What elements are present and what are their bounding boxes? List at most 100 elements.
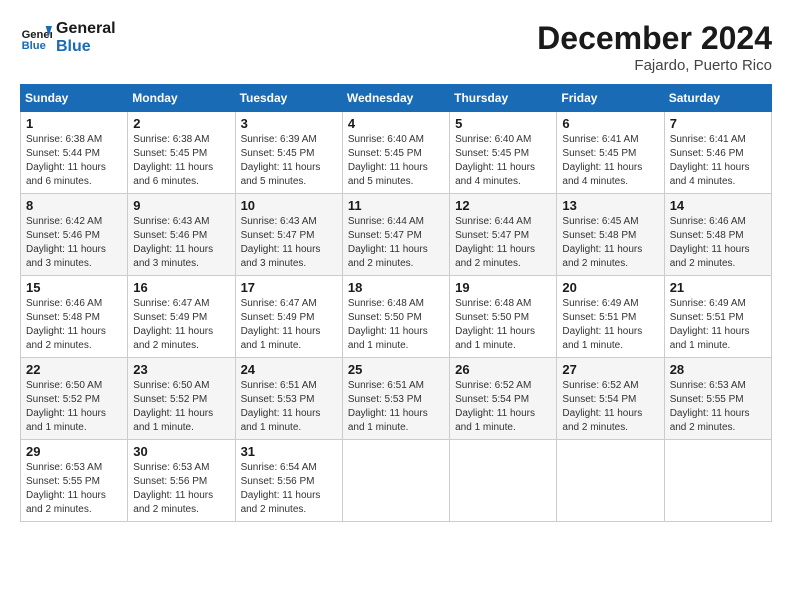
day-number: 10 [241,198,337,213]
logo-general: General [56,20,116,38]
day-info: Sunrise: 6:38 AM Sunset: 5:44 PM Dayligh… [26,133,122,189]
day-number: 22 [26,362,122,377]
day-info: Sunrise: 6:43 AM Sunset: 5:47 PM Dayligh… [241,215,337,271]
calendar-week-row: 1 Sunrise: 6:38 AM Sunset: 5:44 PM Dayli… [21,112,772,194]
day-info: Sunrise: 6:49 AM Sunset: 5:51 PM Dayligh… [562,297,658,353]
calendar-cell: 1 Sunrise: 6:38 AM Sunset: 5:44 PM Dayli… [21,112,128,194]
day-info: Sunrise: 6:53 AM Sunset: 5:55 PM Dayligh… [670,379,766,435]
weekday-header: Tuesday [235,85,342,112]
day-number: 24 [241,362,337,377]
day-info: Sunrise: 6:49 AM Sunset: 5:51 PM Dayligh… [670,297,766,353]
calendar-cell: 30 Sunrise: 6:53 AM Sunset: 5:56 PM Dayl… [128,440,235,522]
day-number: 2 [133,116,229,131]
day-number: 4 [348,116,444,131]
svg-text:Blue: Blue [22,40,46,52]
logo: General Blue General Blue [20,20,116,56]
calendar-cell: 31 Sunrise: 6:54 AM Sunset: 5:56 PM Dayl… [235,440,342,522]
weekday-header: Friday [557,85,664,112]
day-info: Sunrise: 6:42 AM Sunset: 5:46 PM Dayligh… [26,215,122,271]
calendar: SundayMondayTuesdayWednesdayThursdayFrid… [20,84,772,522]
day-info: Sunrise: 6:43 AM Sunset: 5:46 PM Dayligh… [133,215,229,271]
calendar-week-row: 22 Sunrise: 6:50 AM Sunset: 5:52 PM Dayl… [21,358,772,440]
day-number: 26 [455,362,551,377]
calendar-cell: 18 Sunrise: 6:48 AM Sunset: 5:50 PM Dayl… [342,276,449,358]
weekday-header: Monday [128,85,235,112]
day-number: 1 [26,116,122,131]
day-info: Sunrise: 6:41 AM Sunset: 5:46 PM Dayligh… [670,133,766,189]
day-number: 28 [670,362,766,377]
day-info: Sunrise: 6:47 AM Sunset: 5:49 PM Dayligh… [133,297,229,353]
day-info: Sunrise: 6:54 AM Sunset: 5:56 PM Dayligh… [241,461,337,517]
day-info: Sunrise: 6:44 AM Sunset: 5:47 PM Dayligh… [348,215,444,271]
calendar-cell: 11 Sunrise: 6:44 AM Sunset: 5:47 PM Dayl… [342,194,449,276]
day-info: Sunrise: 6:46 AM Sunset: 5:48 PM Dayligh… [26,297,122,353]
day-info: Sunrise: 6:48 AM Sunset: 5:50 PM Dayligh… [348,297,444,353]
day-number: 15 [26,280,122,295]
month-title: December 2024 [537,20,772,57]
calendar-week-row: 29 Sunrise: 6:53 AM Sunset: 5:55 PM Dayl… [21,440,772,522]
day-number: 27 [562,362,658,377]
calendar-cell: 19 Sunrise: 6:48 AM Sunset: 5:50 PM Dayl… [450,276,557,358]
calendar-cell: 3 Sunrise: 6:39 AM Sunset: 5:45 PM Dayli… [235,112,342,194]
day-info: Sunrise: 6:53 AM Sunset: 5:56 PM Dayligh… [133,461,229,517]
day-number: 19 [455,280,551,295]
day-number: 25 [348,362,444,377]
calendar-cell: 6 Sunrise: 6:41 AM Sunset: 5:45 PM Dayli… [557,112,664,194]
calendar-cell: 5 Sunrise: 6:40 AM Sunset: 5:45 PM Dayli… [450,112,557,194]
day-info: Sunrise: 6:46 AM Sunset: 5:48 PM Dayligh… [670,215,766,271]
weekday-header: Sunday [21,85,128,112]
calendar-cell: 22 Sunrise: 6:50 AM Sunset: 5:52 PM Dayl… [21,358,128,440]
calendar-cell: 15 Sunrise: 6:46 AM Sunset: 5:48 PM Dayl… [21,276,128,358]
calendar-cell: 26 Sunrise: 6:52 AM Sunset: 5:54 PM Dayl… [450,358,557,440]
calendar-week-row: 8 Sunrise: 6:42 AM Sunset: 5:46 PM Dayli… [21,194,772,276]
calendar-cell: 8 Sunrise: 6:42 AM Sunset: 5:46 PM Dayli… [21,194,128,276]
calendar-cell [557,440,664,522]
day-info: Sunrise: 6:41 AM Sunset: 5:45 PM Dayligh… [562,133,658,189]
logo-icon: General Blue [20,22,52,54]
day-number: 17 [241,280,337,295]
calendar-cell: 21 Sunrise: 6:49 AM Sunset: 5:51 PM Dayl… [664,276,771,358]
header: General Blue General Blue December 2024 … [20,20,772,74]
day-info: Sunrise: 6:53 AM Sunset: 5:55 PM Dayligh… [26,461,122,517]
day-number: 11 [348,198,444,213]
calendar-cell: 13 Sunrise: 6:45 AM Sunset: 5:48 PM Dayl… [557,194,664,276]
calendar-cell [342,440,449,522]
weekday-header: Wednesday [342,85,449,112]
day-number: 18 [348,280,444,295]
calendar-cell: 20 Sunrise: 6:49 AM Sunset: 5:51 PM Dayl… [557,276,664,358]
day-number: 5 [455,116,551,131]
calendar-cell: 14 Sunrise: 6:46 AM Sunset: 5:48 PM Dayl… [664,194,771,276]
weekday-header: Saturday [664,85,771,112]
day-info: Sunrise: 6:51 AM Sunset: 5:53 PM Dayligh… [348,379,444,435]
calendar-cell: 25 Sunrise: 6:51 AM Sunset: 5:53 PM Dayl… [342,358,449,440]
calendar-cell: 16 Sunrise: 6:47 AM Sunset: 5:49 PM Dayl… [128,276,235,358]
day-number: 21 [670,280,766,295]
location: Fajardo, Puerto Rico [537,57,772,74]
day-number: 12 [455,198,551,213]
day-info: Sunrise: 6:39 AM Sunset: 5:45 PM Dayligh… [241,133,337,189]
day-number: 30 [133,444,229,459]
calendar-cell: 17 Sunrise: 6:47 AM Sunset: 5:49 PM Dayl… [235,276,342,358]
day-number: 14 [670,198,766,213]
day-number: 31 [241,444,337,459]
day-info: Sunrise: 6:40 AM Sunset: 5:45 PM Dayligh… [455,133,551,189]
day-number: 6 [562,116,658,131]
day-number: 13 [562,198,658,213]
day-info: Sunrise: 6:40 AM Sunset: 5:45 PM Dayligh… [348,133,444,189]
calendar-cell: 23 Sunrise: 6:50 AM Sunset: 5:52 PM Dayl… [128,358,235,440]
calendar-cell: 24 Sunrise: 6:51 AM Sunset: 5:53 PM Dayl… [235,358,342,440]
calendar-cell: 4 Sunrise: 6:40 AM Sunset: 5:45 PM Dayli… [342,112,449,194]
day-info: Sunrise: 6:44 AM Sunset: 5:47 PM Dayligh… [455,215,551,271]
day-number: 29 [26,444,122,459]
day-info: Sunrise: 6:52 AM Sunset: 5:54 PM Dayligh… [562,379,658,435]
logo-blue: Blue [56,38,116,56]
day-number: 23 [133,362,229,377]
day-number: 16 [133,280,229,295]
calendar-cell: 9 Sunrise: 6:43 AM Sunset: 5:46 PM Dayli… [128,194,235,276]
calendar-cell: 12 Sunrise: 6:44 AM Sunset: 5:47 PM Dayl… [450,194,557,276]
calendar-cell [664,440,771,522]
day-info: Sunrise: 6:51 AM Sunset: 5:53 PM Dayligh… [241,379,337,435]
day-number: 9 [133,198,229,213]
calendar-cell: 10 Sunrise: 6:43 AM Sunset: 5:47 PM Dayl… [235,194,342,276]
day-info: Sunrise: 6:47 AM Sunset: 5:49 PM Dayligh… [241,297,337,353]
